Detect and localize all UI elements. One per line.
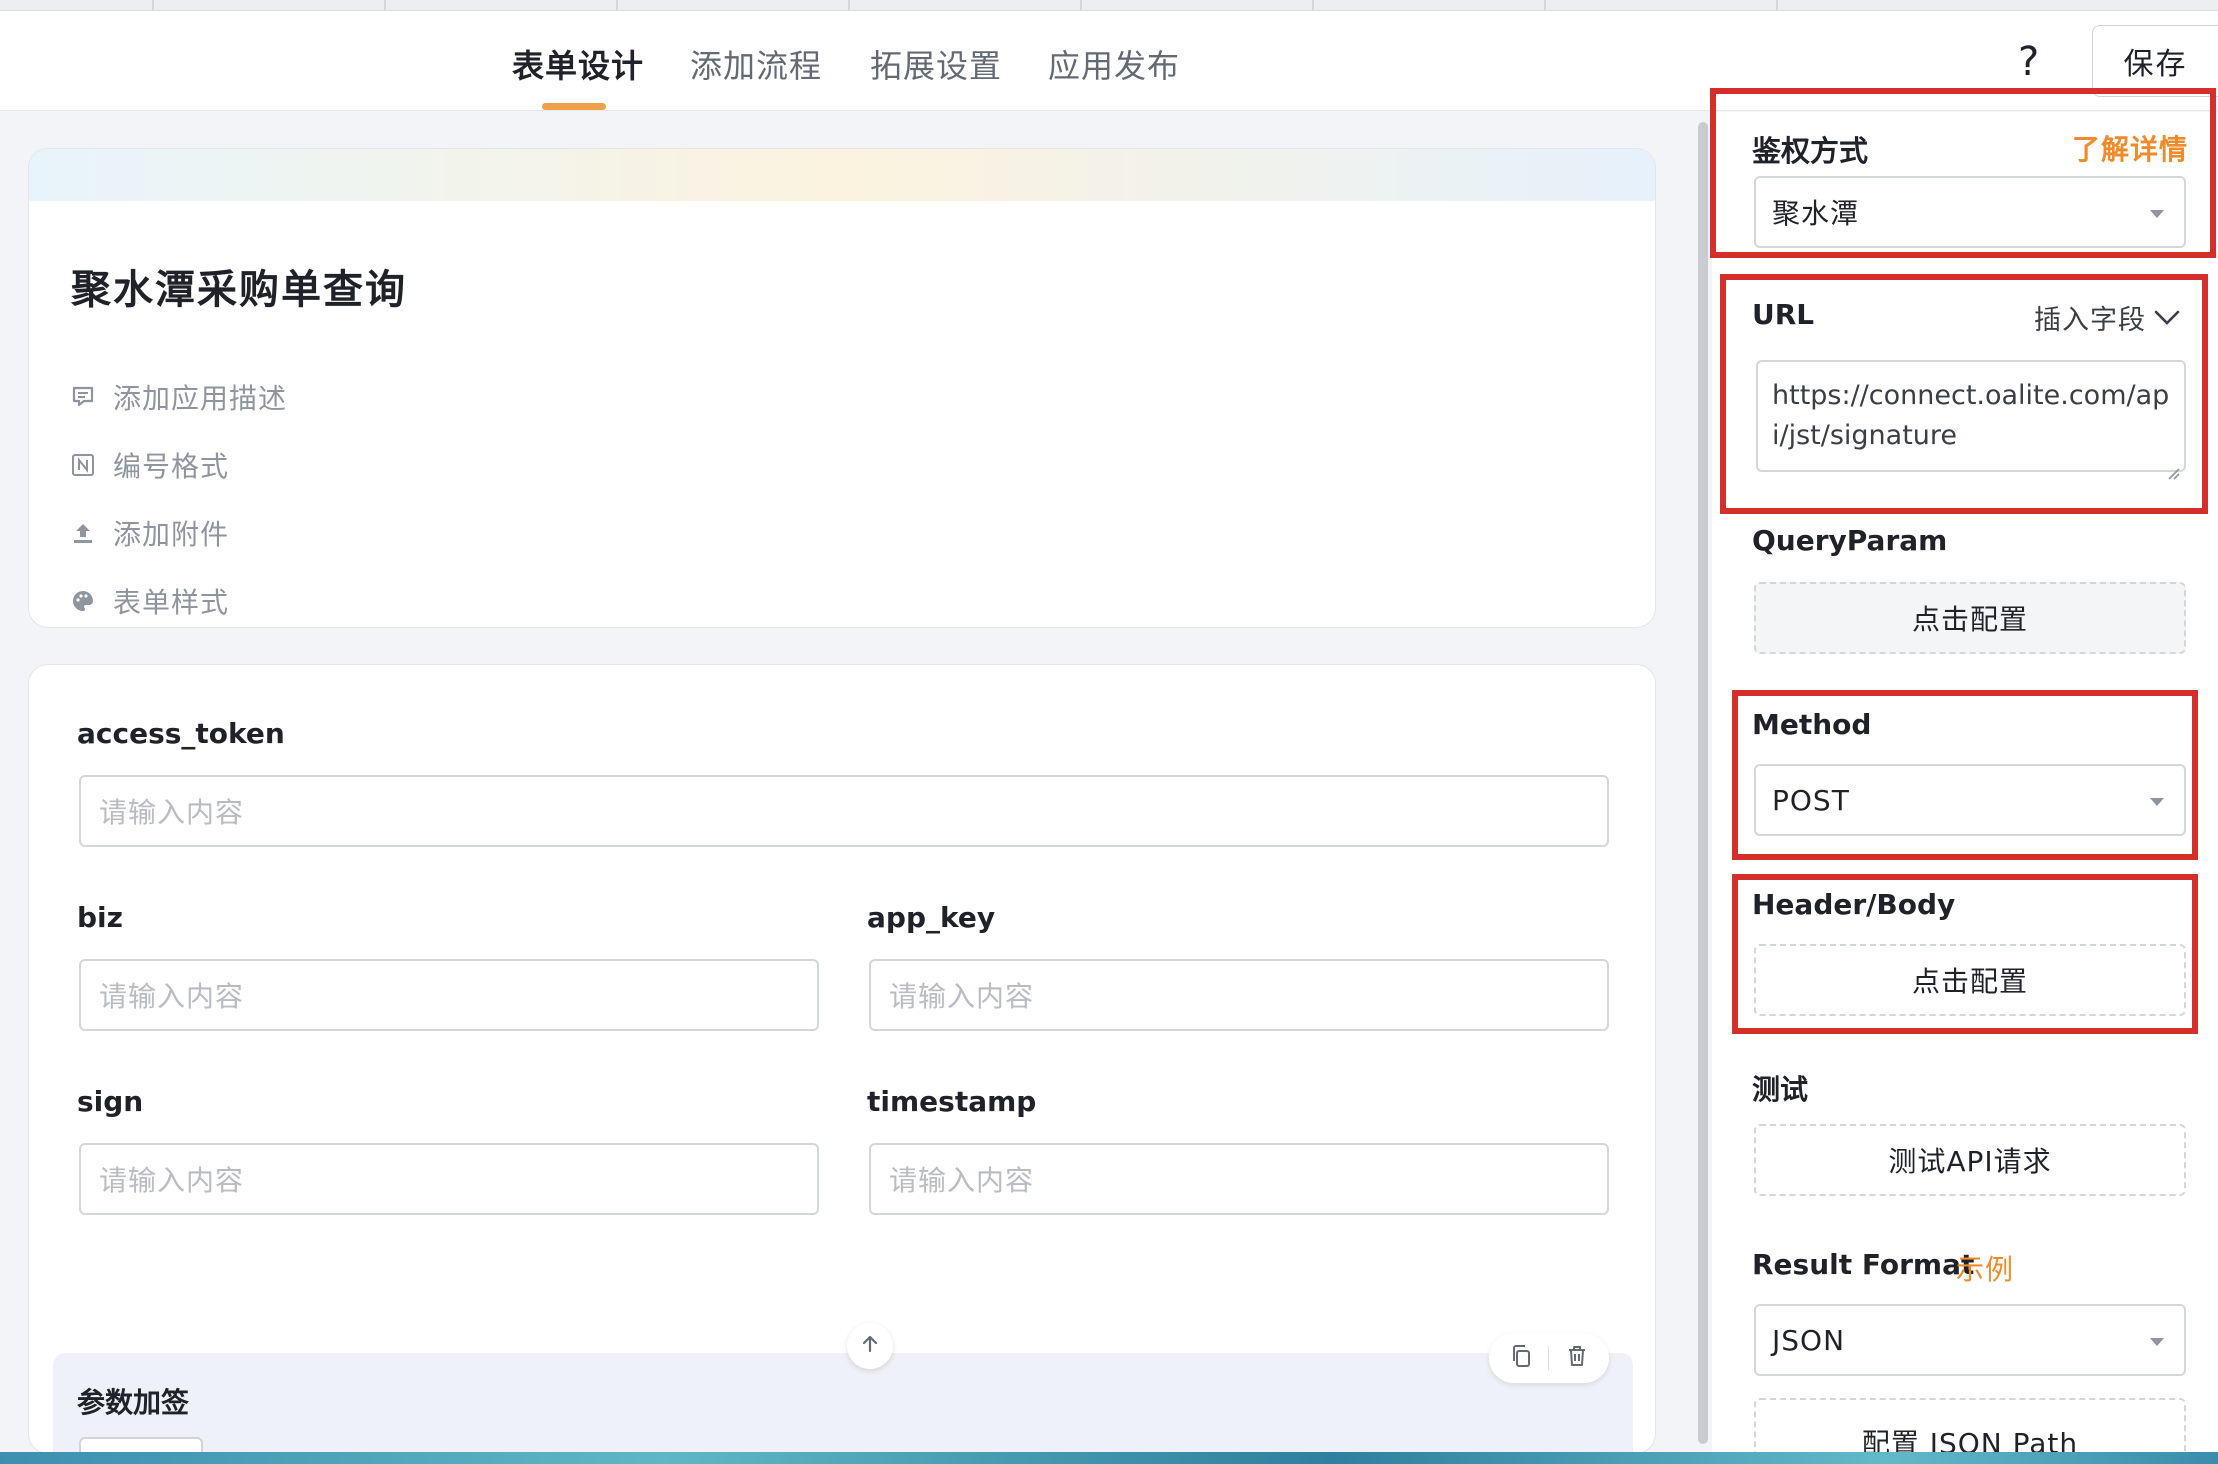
caret-down-icon (2150, 798, 2164, 806)
form-canvas: 聚水潭采购单查询 添加应用描述 编号格式 添加附件 表单样式 access_to… (0, 112, 1695, 1464)
header-banner (29, 149, 1655, 201)
trash-icon[interactable] (1565, 1344, 1589, 1372)
test-label: 测试 (1752, 1073, 1809, 1106)
query-param-config-button[interactable]: 点击配置 (1754, 582, 2186, 654)
method-label: Method (1752, 708, 1872, 741)
top-header: 表单设计 添加流程 拓展设置 应用发布 ? 保存 (0, 11, 2218, 111)
result-example-link[interactable]: 示例 (1956, 1248, 2014, 1288)
insert-field-label: 插入字段 (2034, 305, 2146, 336)
auth-label: 鉴权方式 (1752, 134, 1869, 168)
header-body-config-button[interactable]: 点击配置 (1754, 944, 2186, 1016)
window-tab-strip (0, 0, 2218, 11)
numbering-icon (71, 453, 95, 477)
add-attachment-option[interactable]: 添加附件 (71, 513, 229, 553)
add-description-option[interactable]: 添加应用描述 (71, 377, 287, 417)
biz-input[interactable]: 请输入内容 (79, 959, 819, 1031)
option-label: 表单样式 (113, 586, 230, 619)
form-header-card: 聚水潭采购单查询 添加应用描述 编号格式 添加附件 表单样式 (28, 148, 1656, 628)
form-style-option[interactable]: 表单样式 (71, 581, 229, 621)
app-title[interactable]: 聚水潭采购单查询 (71, 257, 407, 315)
sign-params-block[interactable] (53, 1353, 1633, 1464)
header-body-label: Header/Body (1752, 888, 1956, 921)
url-label: URL (1752, 298, 1815, 331)
test-api-button[interactable]: 测试API请求 (1754, 1124, 2186, 1196)
method-select-value: POST (1772, 783, 1850, 817)
app-key-input[interactable]: 请输入内容 (869, 959, 1609, 1031)
field-toolbar (1489, 1333, 1609, 1383)
upload-icon (71, 521, 95, 545)
auth-select-value: 聚水潭 (1772, 197, 1860, 230)
sign-input[interactable]: 请输入内容 (79, 1143, 819, 1215)
resize-handle-icon[interactable] (2166, 452, 2180, 480)
query-param-label: QueryParam (1752, 524, 1948, 557)
insert-field-dropdown[interactable]: 插入字段 (2034, 298, 2180, 337)
sign-section-label: 参数加签 (77, 1386, 190, 1419)
canvas-scrollbar[interactable] (1698, 122, 1708, 1444)
url-value: https://connect.oalite.com/api/jst/signa… (1772, 380, 2170, 451)
option-label: 添加应用描述 (113, 382, 288, 415)
auth-select[interactable]: 聚水潭 (1754, 176, 2186, 248)
option-label: 编号格式 (113, 450, 230, 483)
move-up-button[interactable] (847, 1323, 893, 1369)
access-token-label: access_token (77, 717, 285, 750)
tab-app-publish[interactable]: 应用发布 (1048, 41, 1180, 87)
caret-down-icon (2150, 1338, 2164, 1346)
learn-more-link[interactable]: 了解详情 (2072, 120, 2188, 168)
timestamp-input[interactable]: 请输入内容 (869, 1143, 1609, 1215)
palette-icon (71, 589, 95, 613)
comment-icon (71, 385, 95, 409)
app-key-label: app_key (867, 901, 996, 934)
url-textarea[interactable]: https://connect.oalite.com/api/jst/signa… (1756, 360, 2186, 480)
sign-label: sign (77, 1085, 144, 1118)
timestamp-label: timestamp (867, 1085, 1037, 1118)
method-select[interactable]: POST (1754, 764, 2186, 836)
settings-panel: 鉴权方式 了解详情 聚水潭 URL 插入字段 https://connect.o… (1712, 112, 2218, 1464)
result-format-label: Result Format (1752, 1248, 1975, 1281)
option-label: 添加附件 (113, 518, 230, 551)
result-format-value: JSON (1772, 1323, 1846, 1357)
numbering-format-option[interactable]: 编号格式 (71, 445, 229, 485)
active-tab-indicator (542, 103, 606, 110)
help-icon[interactable]: ? (2018, 39, 2039, 85)
copy-icon[interactable] (1509, 1344, 1533, 1372)
arrow-up-icon (859, 1333, 881, 1359)
save-button[interactable]: 保存 (2092, 25, 2218, 97)
biz-label: biz (77, 901, 123, 934)
result-format-select[interactable]: JSON (1754, 1304, 2186, 1376)
chevron-down-icon (2154, 309, 2180, 327)
tab-extension-settings[interactable]: 拓展设置 (870, 41, 1002, 87)
tab-add-flow[interactable]: 添加流程 (690, 41, 822, 87)
tab-form-design[interactable]: 表单设计 (512, 41, 644, 87)
access-token-input[interactable]: 请输入内容 (79, 775, 1609, 847)
caret-down-icon (2150, 210, 2164, 218)
form-fields-card: access_token 请输入内容 biz 请输入内容 app_key 请输入… (28, 664, 1656, 1464)
desktop-dock-strip (0, 1452, 2218, 1464)
